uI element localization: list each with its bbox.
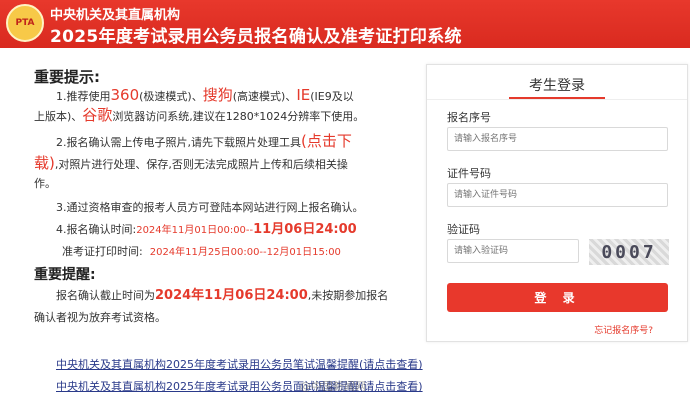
forgot-reg-number-link[interactable]: 忘记报名序号? <box>594 323 653 336</box>
notice-item-2-line3: 作。 <box>34 177 56 190</box>
browser-ie: IE <box>296 86 311 104</box>
watermark: @中国新闻网 <box>300 380 366 393</box>
login-divider <box>427 99 687 100</box>
header-subtitle: 中央机关及其直属机构 <box>50 8 181 23</box>
id-number-input[interactable] <box>447 183 668 207</box>
login-title-underline <box>509 97 605 99</box>
notice-item-4: 4.报名确认时间:2024年11月01日00:00--11月06日24:00 <box>56 222 357 237</box>
reg-number-label: 报名序号 <box>447 111 491 124</box>
browser-chrome: 谷歌 <box>82 106 113 124</box>
notice-item-2-line1: 2.报名确认需上传电子照片,请先下载照片处理工具(点击下 <box>56 132 352 150</box>
id-number-label: 证件号码 <box>447 167 491 180</box>
notice-item-2-line2: 载),对照片进行处理、保存,否则无法完成照片上传和后续相关操 <box>34 154 348 172</box>
captcha-image[interactable]: 0007 <box>589 239 669 265</box>
notice-title: 重要提示: <box>34 68 100 86</box>
login-panel: 考生登录 报名序号 证件号码 验证码 0007 登 录 忘记报名序号? <box>426 64 688 342</box>
header-banner: PTA 中央机关及其直属机构 2025年度考试录用公务员报名确认及准考证打印系统 <box>0 0 690 48</box>
interview-reminder-link[interactable]: 中央机关及其直属机构2025年度考试录用公务员面试温馨提醒(请点击查看) <box>56 378 423 394</box>
download-tool-link[interactable]: (点击下 <box>301 132 352 150</box>
browser-sogou: 搜狗 <box>202 86 233 104</box>
captcha-label: 验证码 <box>447 223 480 236</box>
reg-number-input[interactable] <box>447 127 668 151</box>
login-button[interactable]: 登 录 <box>447 283 668 312</box>
download-tool-link-end[interactable]: 载) <box>34 154 55 172</box>
written-exam-reminder-link[interactable]: 中央机关及其直属机构2025年度考试录用公务员笔试温馨提醒(请点击查看) <box>56 356 423 372</box>
browser-360: 360 <box>110 86 140 104</box>
notice-item-1-line1: 1.推荐使用360(极速模式)、搜狗(高速模式)、IE(IE9及以 <box>56 86 354 104</box>
captcha-text: 0007 <box>601 241 657 263</box>
login-title: 考生登录 <box>529 78 585 94</box>
header-title: 2025年度考试录用公务员报名确认及准考证打印系统 <box>50 27 462 47</box>
captcha-input[interactable] <box>447 239 579 263</box>
remind-line1: 报名确认截止时间为2024年11月06日24:00,未按期参加报名 <box>56 288 389 303</box>
notice-item-1-line2: 上版本)、谷歌浏览器访问系统,建议在1280*1024分辨率下使用。 <box>34 106 365 124</box>
remind-line2: 确认者视为放弃考试资格。 <box>34 311 166 324</box>
remind-title: 重要提醒: <box>34 267 96 283</box>
logo-text: PTA <box>15 18 35 28</box>
logo: PTA <box>6 4 44 42</box>
notice-print-time: 准考证打印时间: 2024年11月25日00:00--12月01日15:00 <box>62 245 341 258</box>
notice-item-3: 3.通过资格审查的报考人员方可登陆本网站进行网上报名确认。 <box>56 201 364 214</box>
